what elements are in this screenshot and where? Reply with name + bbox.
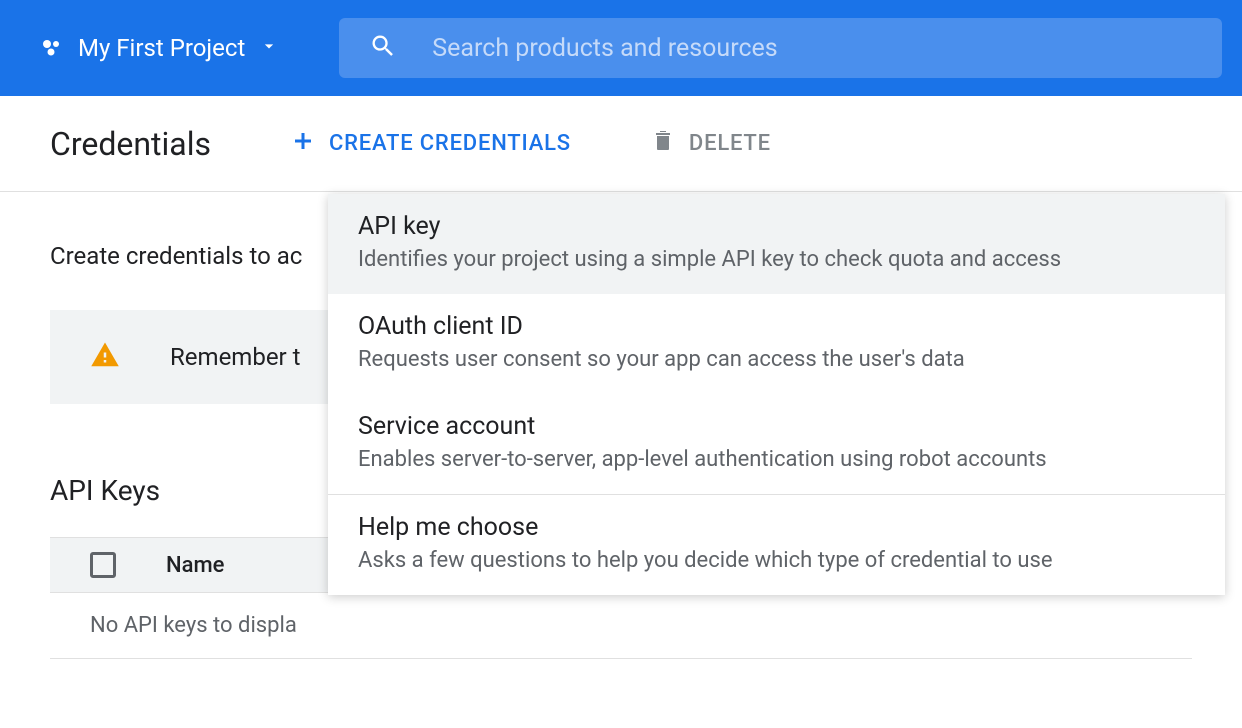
search-input[interactable] [432,34,1192,63]
warning-icon [90,340,120,374]
search-icon [369,32,397,64]
chevron-down-icon [259,34,279,62]
select-all-checkbox[interactable] [90,552,116,578]
top-header: My First Project [0,0,1242,96]
toolbar: Credentials CREATE CREDENTIALS DELETE [0,96,1242,192]
page-title: Credentials [50,125,211,163]
delete-button[interactable]: DELETE [651,129,771,159]
project-name: My First Project [78,34,245,62]
menu-item-service-account[interactable]: Service account Enables server-to-server… [328,394,1225,494]
create-credentials-dropdown: API key Identifies your project using a … [328,194,1225,595]
menu-item-desc: Identifies your project using a simple A… [358,247,1195,272]
menu-item-api-key[interactable]: API key Identifies your project using a … [328,194,1225,294]
menu-item-title: OAuth client ID [358,312,1195,341]
menu-item-desc: Asks a few questions to help you decide … [358,548,1195,573]
menu-item-title: Help me choose [358,513,1195,542]
menu-item-title: Service account [358,412,1195,441]
column-name: Name [166,553,224,578]
menu-item-help-me-choose[interactable]: Help me choose Asks a few questions to h… [328,495,1225,595]
menu-item-desc: Requests user consent so your app can ac… [358,347,1195,372]
banner-text: Remember t [170,343,300,371]
delete-label: DELETE [689,131,771,156]
create-credentials-button[interactable]: CREATE CREDENTIALS [291,129,571,159]
menu-item-oauth-client-id[interactable]: OAuth client ID Requests user consent so… [328,294,1225,394]
create-credentials-label: CREATE CREDENTIALS [329,131,571,156]
trash-icon [651,129,675,159]
table-empty-row: No API keys to displa [50,593,1192,659]
project-icon [40,36,64,60]
search-container [339,18,1222,78]
plus-icon [291,129,315,159]
menu-item-title: API key [358,212,1195,241]
menu-item-desc: Enables server-to-server, app-level auth… [358,447,1195,472]
project-selector[interactable]: My First Project [40,34,279,62]
